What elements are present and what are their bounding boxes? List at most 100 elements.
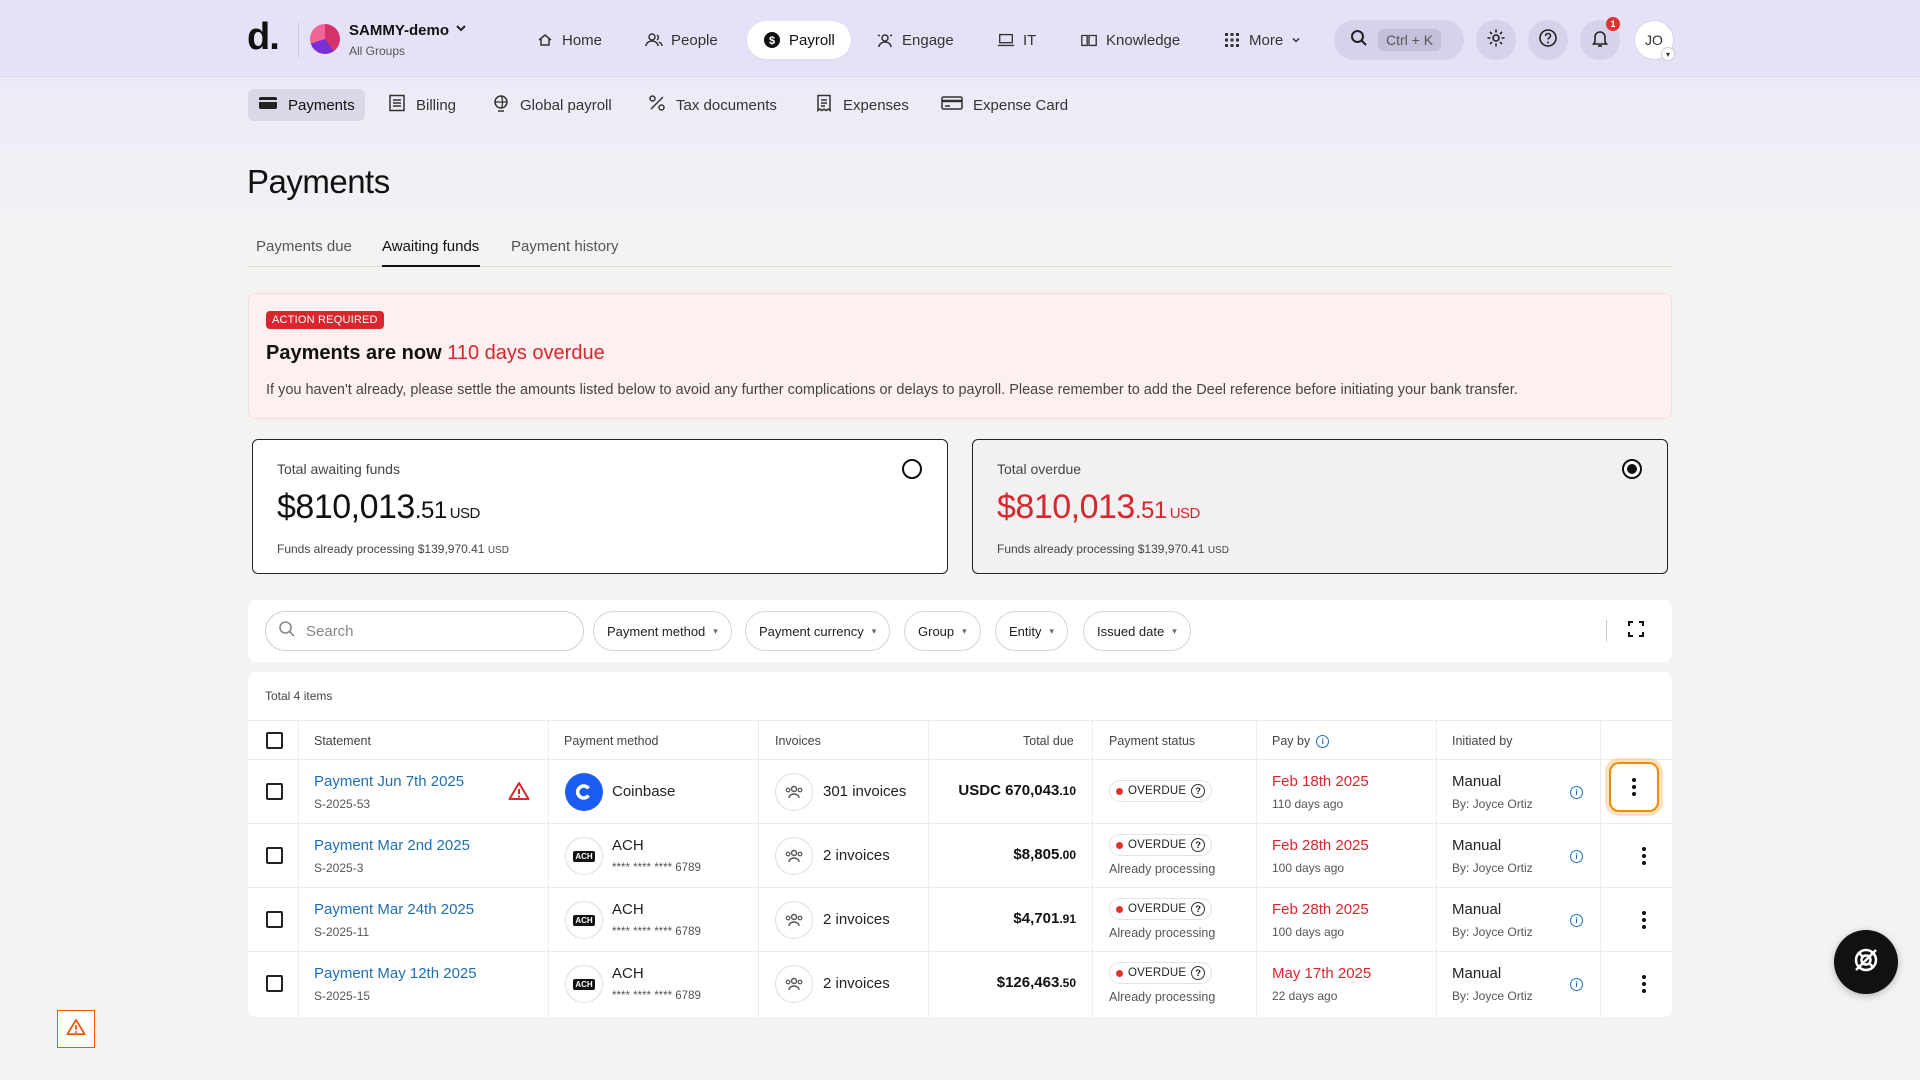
table-row[interactable]: Payment May 12th 2025 S-2025-15 ACH ACH …	[248, 952, 1672, 1016]
header-payment-method[interactable]: Payment method	[564, 721, 659, 761]
info-icon[interactable]: i	[1570, 786, 1583, 799]
header-statement[interactable]: Statement	[314, 721, 371, 761]
org-avatar[interactable]	[310, 24, 340, 54]
filter-group[interactable]: Group ▾	[904, 611, 981, 651]
expand-table-button[interactable]	[1626, 620, 1646, 641]
search-input[interactable]: Search	[265, 611, 584, 651]
help-button[interactable]	[1528, 20, 1568, 60]
notifications-button[interactable]: 1	[1580, 17, 1620, 60]
deel-logo[interactable]: d.	[247, 16, 280, 59]
info-icon[interactable]: i	[1570, 850, 1583, 863]
nav-home-label: Home	[562, 31, 603, 49]
select-all-checkbox[interactable]	[266, 732, 283, 749]
awaiting-radio[interactable]	[902, 459, 922, 479]
help-circle-icon[interactable]: ?	[1191, 838, 1206, 852]
page-title: Payments	[247, 163, 390, 200]
statement-id: S-2025-11	[314, 925, 370, 939]
row-actions-button[interactable]	[1634, 969, 1654, 999]
statement-link[interactable]: Payment Mar 2nd 2025	[314, 837, 470, 854]
alert-body: If you haven't already, please settle th…	[266, 382, 1518, 398]
row-actions-button[interactable]	[1634, 905, 1654, 935]
nav-payroll[interactable]: $ Payroll	[747, 21, 851, 59]
amount-main: $4,701	[1013, 910, 1060, 927]
header-payment-status[interactable]: Payment status	[1109, 721, 1195, 761]
lifebuoy-icon	[1851, 945, 1881, 980]
statement-link[interactable]: Payment Jun 7th 2025	[314, 773, 464, 790]
filter-issued-date[interactable]: Issued date ▾	[1083, 611, 1191, 651]
help-circle-icon[interactable]: ?	[1191, 966, 1206, 980]
billing-icon	[388, 94, 406, 116]
nav-more[interactable]: More	[1207, 21, 1317, 59]
statement-link[interactable]: Payment May 12th 2025	[314, 965, 477, 982]
subnav-billing-label: Billing	[416, 96, 457, 114]
table-row[interactable]: Payment Jun 7th 2025 S-2025-53 Coinbase …	[248, 760, 1672, 824]
pay-by-date: May 17th 2025	[1272, 965, 1372, 982]
tab-payment-history[interactable]: Payment history	[511, 238, 619, 255]
info-icon[interactable]: i	[1570, 914, 1583, 927]
dev-warning-button[interactable]	[57, 1010, 95, 1048]
filter-payment-currency[interactable]: Payment currency ▾	[745, 611, 891, 651]
row-actions-button[interactable]	[1634, 841, 1654, 871]
help-circle-icon[interactable]: ?	[1191, 784, 1206, 798]
table-row[interactable]: Payment Mar 24th 2025 S-2025-11 ACH ACH …	[248, 888, 1672, 952]
total-overdue-card[interactable]: Total overdue $810,013.51 USD Funds alrea…	[972, 439, 1668, 574]
header-initiated-by[interactable]: Initiated by	[1452, 721, 1512, 761]
people-icon	[645, 31, 663, 49]
nav-more-label: More	[1249, 31, 1284, 49]
user-avatar[interactable]: JO ▾	[1634, 20, 1675, 61]
amount-cents: .50	[1059, 976, 1076, 990]
percent-icon	[648, 94, 666, 116]
row-checkbox[interactable]	[266, 847, 283, 864]
subnav-payments[interactable]: Payments	[248, 89, 365, 121]
status-badge: OVERDUE?	[1109, 898, 1213, 920]
status-label: OVERDUE	[1128, 967, 1187, 979]
processing-currency: USD	[487, 545, 509, 556]
total-awaiting-funds-card[interactable]: Total awaiting funds $810,013.51 USD Fund…	[252, 439, 948, 574]
nav-knowledge[interactable]: Knowledge	[1064, 21, 1196, 59]
row-checkbox[interactable]	[266, 911, 283, 928]
info-icon[interactable]: i	[1570, 978, 1583, 991]
pay-by-info-icon[interactable]: i	[1316, 734, 1330, 748]
amount-main: $126,463	[996, 974, 1060, 991]
global-search-button[interactable]: Ctrl + K	[1334, 20, 1464, 60]
filter-entity[interactable]: Entity ▾	[995, 611, 1069, 651]
tab-awaiting-funds[interactable]: Awaiting funds	[382, 238, 479, 255]
warning-triangle-icon	[66, 1018, 86, 1041]
header-invoices[interactable]: Invoices	[775, 721, 821, 761]
subnav-expenses-label: Expenses	[843, 96, 909, 114]
filter-bar: Search Payment method ▾ Payment currency ▾…	[248, 600, 1672, 662]
subnav-expenses[interactable]: Expenses	[805, 89, 919, 121]
tab-payments-due[interactable]: Payments due	[256, 238, 352, 255]
overdue-radio[interactable]	[1622, 459, 1642, 479]
settings-button[interactable]	[1476, 20, 1516, 60]
processing-status: Already processing	[1109, 990, 1216, 1004]
subnav-global-payroll[interactable]: Global payroll	[482, 89, 622, 121]
org-name[interactable]: SAMMY-demo	[349, 22, 449, 39]
header-pay-by[interactable]: Pay by i	[1272, 721, 1330, 761]
payment-method-name: ACH	[612, 965, 644, 982]
org-chevron-down-icon[interactable]	[454, 21, 468, 38]
subnav-billing[interactable]: Billing	[378, 89, 466, 121]
subnav-tax-documents-label: Tax documents	[676, 96, 777, 114]
filter-payment-method[interactable]: Payment method ▾	[593, 611, 732, 651]
help-circle-icon[interactable]: ?	[1191, 902, 1206, 916]
statement-link[interactable]: Payment Mar 24th 2025	[314, 901, 474, 918]
processing-status: Already processing	[1109, 862, 1216, 876]
row-actions-button-focused[interactable]	[1609, 762, 1659, 812]
ach-tag: ACH	[573, 978, 595, 990]
nav-it[interactable]: IT	[981, 21, 1052, 59]
nav-engage[interactable]: Engage	[860, 21, 970, 59]
row-checkbox[interactable]	[266, 783, 283, 800]
chevron-down-icon: ▾	[713, 625, 718, 636]
row-checkbox[interactable]	[266, 975, 283, 992]
support-chat-button[interactable]	[1834, 930, 1898, 994]
subnav-expense-card[interactable]: Expense Card	[931, 89, 1078, 121]
payment-account-masked: **** **** **** 6789	[612, 862, 701, 874]
table-row[interactable]: Payment Mar 2nd 2025 S-2025-3 ACH ACH **…	[248, 824, 1672, 888]
nav-home[interactable]: Home	[520, 21, 618, 59]
nav-people[interactable]: People	[629, 21, 734, 59]
card-label: Total overdue	[997, 461, 1082, 477]
subnav-tax-documents[interactable]: Tax documents	[638, 89, 787, 121]
warning-triangle-icon[interactable]	[508, 781, 530, 806]
days-ago: 100 days ago	[1272, 861, 1345, 875]
